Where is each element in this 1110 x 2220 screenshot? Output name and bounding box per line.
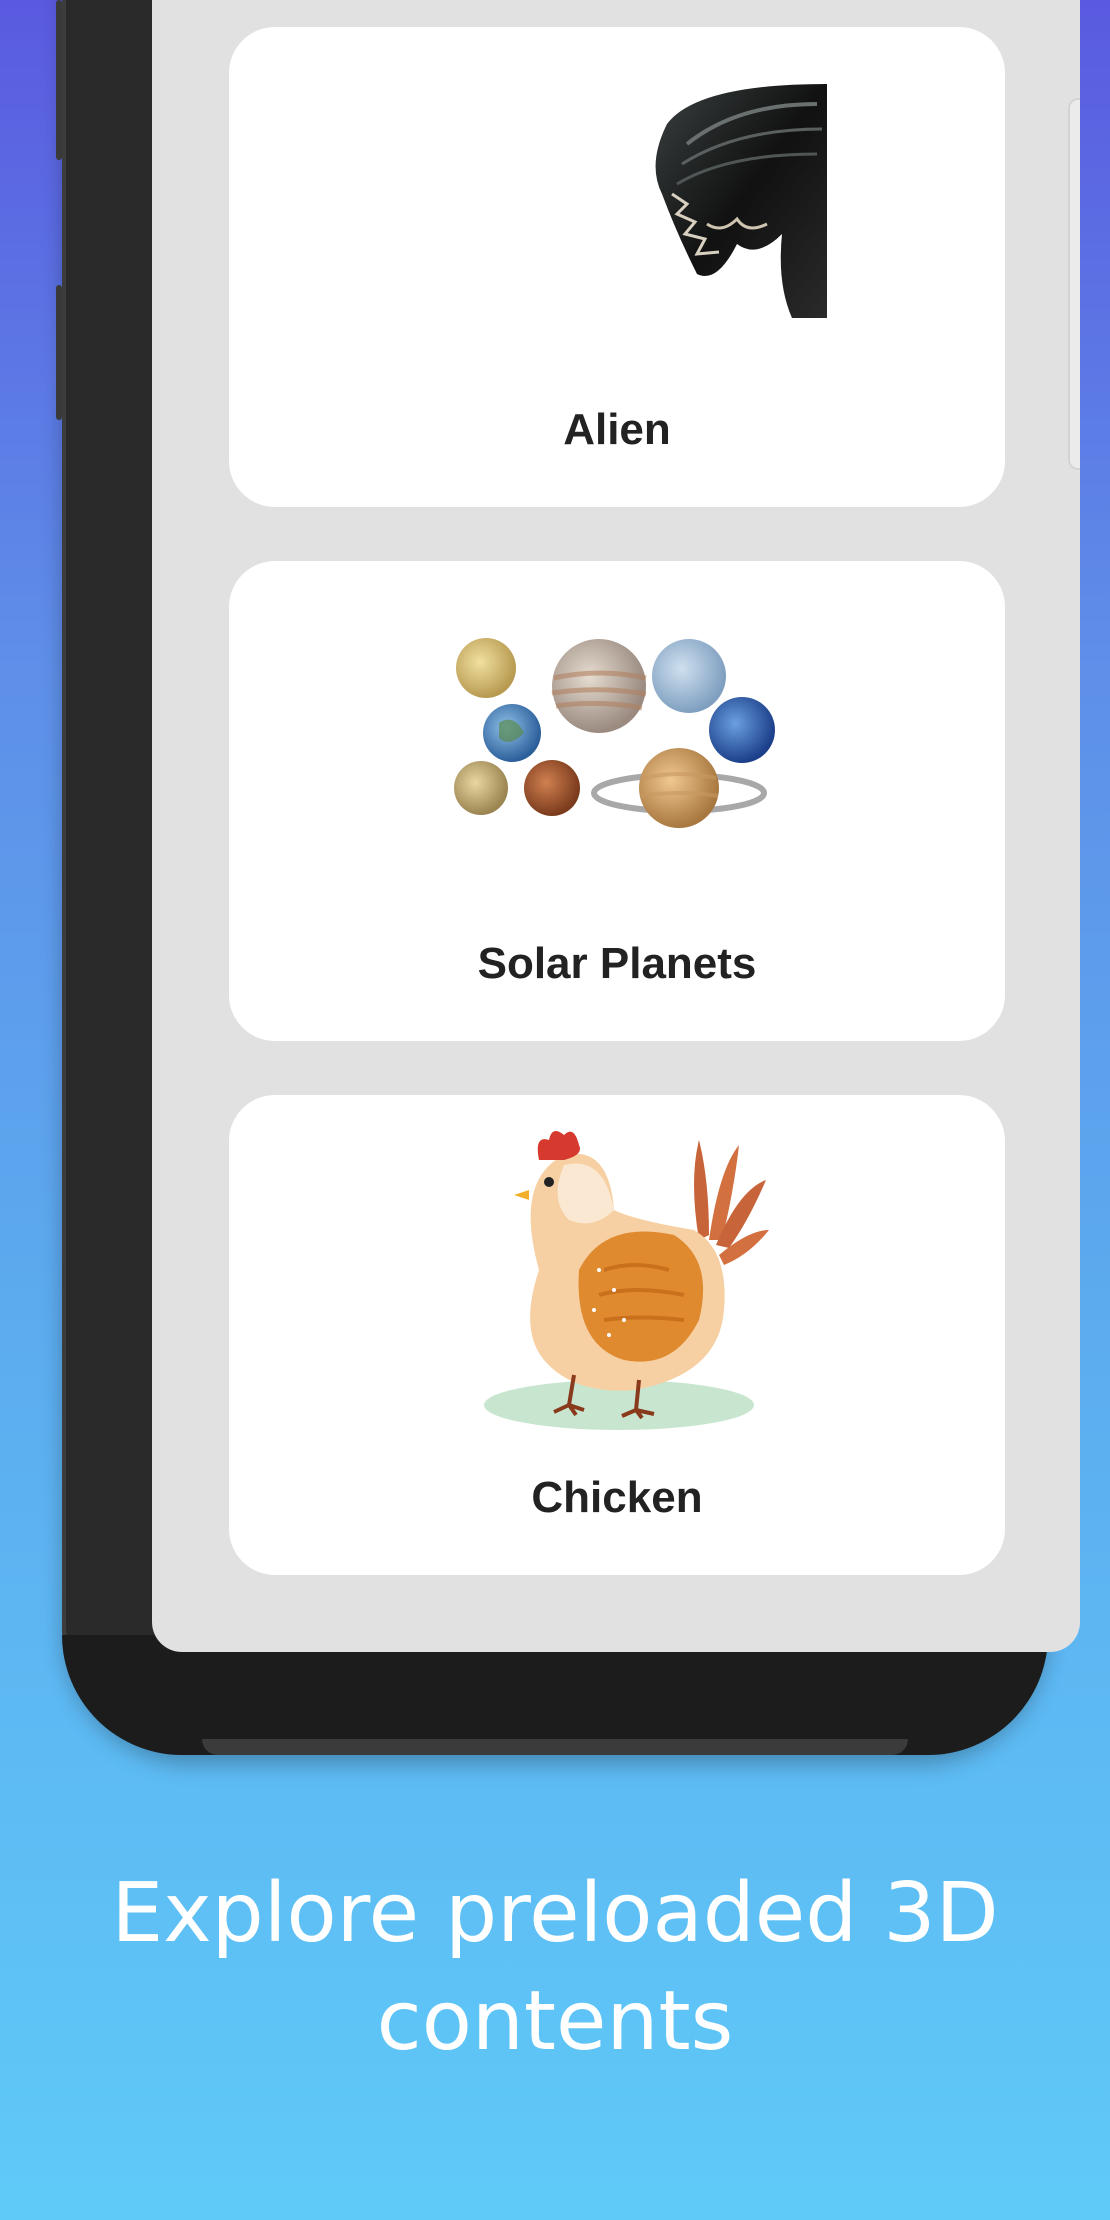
phone-frame: Alien Solar Planets Chicken — [56, 0, 1080, 1755]
promo-caption: Explore preloaded 3D contents — [0, 1860, 1110, 2076]
chicken-thumbnail — [484, 1131, 769, 1430]
alien-thumbnail — [627, 84, 827, 318]
promo-caption-line: contents — [376, 1974, 734, 2069]
card-title: Alien — [563, 405, 671, 454]
planets-thumbnail — [454, 638, 775, 828]
phone-side-button — [56, 285, 62, 420]
content-card-chicken[interactable]: Chicken — [229, 1095, 1005, 1575]
card-title: Solar Planets — [477, 939, 757, 988]
card-title: Chicken — [531, 1473, 703, 1522]
content-card-alien[interactable]: Alien — [229, 27, 1005, 507]
scroll-indicator[interactable] — [1068, 98, 1080, 470]
promo-caption-line: Explore preloaded 3D — [111, 1866, 999, 1961]
app-screen: Alien Solar Planets Chicken — [152, 0, 1080, 1652]
phone-side-button — [56, 0, 62, 160]
content-card-solar-planets[interactable]: Solar Planets — [229, 561, 1005, 1041]
phone-bezel-bottom — [202, 1739, 908, 1755]
phone-chin — [62, 1635, 1048, 1755]
